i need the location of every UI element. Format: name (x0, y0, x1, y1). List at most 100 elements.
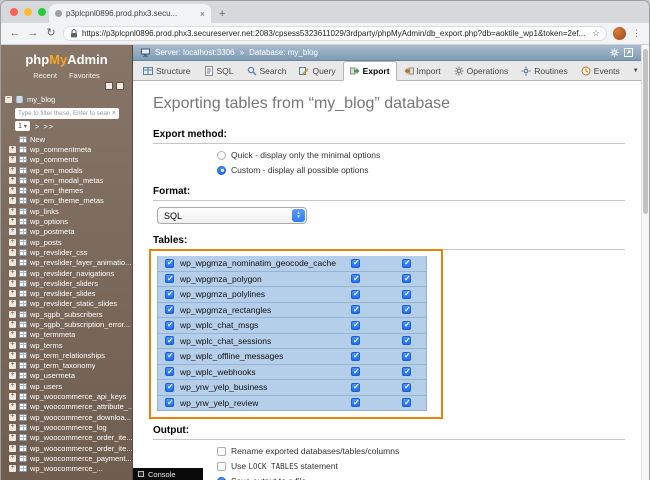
expand-icon[interactable] (9, 146, 16, 153)
table-select-checkbox[interactable] (165, 352, 174, 361)
tab-close-icon[interactable]: × (200, 9, 205, 19)
sidebar-table-item[interactable]: wp_woocommerce_api_keys (1, 391, 132, 401)
tab-structure[interactable]: Structure (137, 61, 197, 80)
sidebar-table-item[interactable]: wp_em_modals (1, 165, 132, 175)
profile-avatar[interactable] (613, 27, 626, 40)
quick-radio[interactable] (217, 151, 226, 160)
expand-icon[interactable] (9, 372, 16, 379)
address-bar[interactable]: https://p3plcpnl0896.prod.phx3.secureser… (63, 26, 607, 41)
structure-checkbox[interactable] (351, 336, 360, 345)
sidebar-table-item[interactable]: wp_em_theme_metas (1, 196, 132, 206)
collapse-all-icon[interactable] (105, 82, 113, 90)
custom-export-option[interactable]: Custom - display all possible options (217, 165, 625, 175)
page-scrollbar[interactable] (641, 45, 649, 480)
table-select-checkbox[interactable] (165, 336, 174, 345)
data-checkbox[interactable] (402, 259, 411, 268)
table-select-checkbox[interactable] (165, 367, 174, 376)
structure-checkbox[interactable] (351, 383, 360, 392)
table-select-checkbox[interactable] (165, 290, 174, 299)
expand-icon[interactable] (9, 424, 16, 431)
tab-import[interactable]: Import (398, 61, 447, 80)
save-output-radio[interactable] (217, 477, 226, 480)
lock-tables-checkbox[interactable] (217, 462, 226, 471)
minimize-window-button[interactable] (24, 8, 32, 16)
page-next-links[interactable]: > >> (35, 122, 54, 131)
expand-icon[interactable] (9, 249, 16, 256)
expand-icon[interactable] (9, 300, 16, 307)
data-checkbox[interactable] (402, 398, 411, 407)
sidebar-table-item[interactable]: wp_woocommerce_payment... (1, 453, 132, 463)
data-checkbox[interactable] (402, 352, 411, 361)
table-row[interactable]: wp_wplc_webhooks (157, 365, 427, 381)
table-row[interactable]: wp_wplc_offline_messages (157, 349, 427, 365)
sidebar-table-item[interactable]: wp_revslider_static_slides (1, 299, 132, 309)
tab-events[interactable]: Events (575, 61, 626, 80)
fullscreen-window-button[interactable] (38, 8, 46, 16)
expand-icon[interactable] (9, 218, 16, 225)
sidebar-table-item[interactable]: wp_commentmeta (1, 144, 132, 154)
rename-option[interactable]: Rename exported databases/tables/columns (217, 446, 625, 456)
expand-icon[interactable] (9, 280, 16, 287)
table-row[interactable]: wp_wplc_chat_sessions (157, 334, 427, 350)
table-row[interactable]: wp_wplc_chat_msgs (157, 318, 427, 334)
expand-icon[interactable] (9, 455, 16, 462)
table-row[interactable]: wp_yrw_yelp_business (157, 380, 427, 396)
console-bar[interactable]: Console (133, 468, 203, 480)
panel-settings-icon[interactable] (116, 82, 124, 90)
settings-gear-icon[interactable] (610, 48, 619, 57)
expand-icon[interactable] (9, 239, 16, 246)
expand-panel-icon[interactable] (624, 48, 633, 57)
expand-icon[interactable] (9, 383, 16, 390)
structure-checkbox[interactable] (351, 290, 360, 299)
sidebar-table-item[interactable]: wp_termmeta (1, 330, 132, 340)
sidebar-table-item[interactable]: wp_revslider_layer_animatio... (1, 258, 132, 268)
page-select[interactable]: 1 (15, 121, 30, 131)
expand-icon[interactable] (9, 445, 16, 452)
data-checkbox[interactable] (402, 305, 411, 314)
expand-icon[interactable] (9, 290, 16, 297)
structure-checkbox[interactable] (351, 259, 360, 268)
expand-icon[interactable] (9, 342, 16, 349)
sidebar-table-item[interactable]: wp_usermeta (1, 371, 132, 381)
data-checkbox[interactable] (402, 321, 411, 330)
rename-checkbox[interactable] (217, 447, 226, 456)
clear-filter-icon[interactable]: × (112, 110, 116, 117)
sidebar-table-item[interactable]: wp_woocommerce_log (1, 422, 132, 432)
sidebar-table-item[interactable]: wp_woocommerce_attribute_... (1, 402, 132, 412)
sidebar-table-item[interactable]: wp_term_taxonomy (1, 361, 132, 371)
format-select[interactable]: SQL (157, 207, 307, 224)
sidebar-table-item[interactable]: wp_em_modal_metas (1, 175, 132, 185)
table-select-checkbox[interactable] (165, 383, 174, 392)
expand-icon[interactable] (9, 228, 16, 235)
table-select-checkbox[interactable] (165, 398, 174, 407)
expand-icon[interactable] (9, 362, 16, 369)
data-checkbox[interactable] (402, 290, 411, 299)
structure-checkbox[interactable] (351, 274, 360, 283)
favorites-dropdown[interactable]: Favorites (69, 71, 100, 80)
table-select-checkbox[interactable] (165, 305, 174, 314)
sidebar-table-item[interactable]: wp_term_relationships (1, 350, 132, 360)
table-select-checkbox[interactable] (165, 321, 174, 330)
quick-export-option[interactable]: Quick - display only the minimal options (217, 150, 625, 160)
reload-icon[interactable]: ↻ (45, 28, 57, 39)
sidebar-table-item[interactable]: wp_woocommerce_... (1, 464, 132, 474)
expand-icon[interactable] (9, 352, 16, 359)
url-text[interactable]: https://p3plcpnl0896.prod.phx3.secureser… (82, 29, 588, 38)
sidebar-table-item[interactable]: wp_users (1, 381, 132, 391)
lock-tables-option[interactable]: Use LOCK TABLES statement (217, 461, 625, 471)
expand-icon[interactable] (9, 197, 16, 204)
sidebar-item-new[interactable]: New (1, 134, 132, 144)
expand-icon[interactable] (9, 156, 16, 163)
table-select-checkbox[interactable] (165, 274, 174, 283)
back-icon[interactable]: ← (9, 28, 21, 39)
breadcrumb-database[interactable]: Database: my_blog (249, 48, 318, 57)
sidebar-table-item[interactable]: wp_postmeta (1, 227, 132, 237)
close-window-button[interactable] (10, 8, 18, 16)
expand-icon[interactable] (9, 403, 16, 410)
data-checkbox[interactable] (402, 336, 411, 345)
forward-icon[interactable]: → (27, 28, 39, 39)
sidebar-database-item[interactable]: my_blog (1, 93, 132, 106)
scrollbar-thumb[interactable] (643, 49, 648, 214)
expand-icon[interactable] (9, 187, 16, 194)
browser-tab[interactable]: p3plcpnl0896.prod.phx3.secu... × (49, 4, 211, 23)
